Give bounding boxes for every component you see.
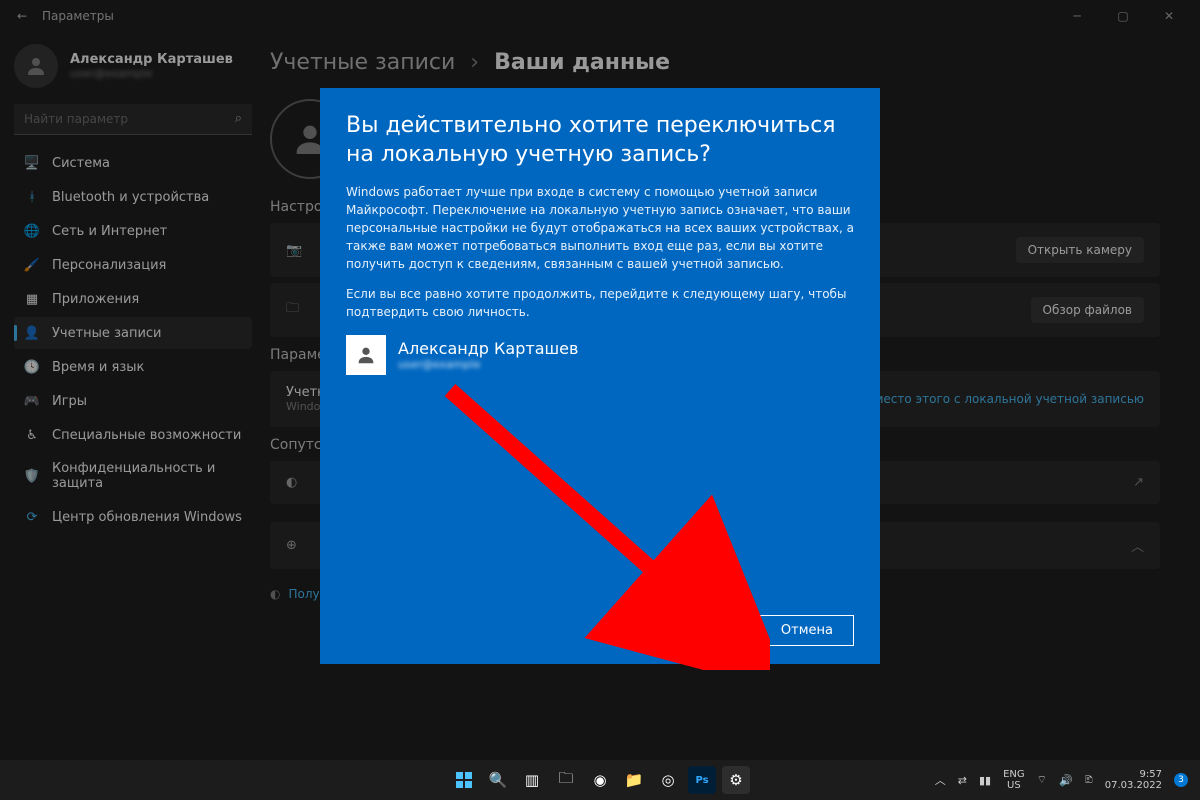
dialog-body-1: Windows работает лучше при входе в систе… (346, 183, 854, 273)
taskbar-search[interactable]: 🔍 (484, 766, 512, 794)
tray-icon-2[interactable]: ▮▮ (979, 774, 991, 787)
dialog-user-email: user@example (398, 358, 578, 371)
notification-badge[interactable]: 3 (1174, 773, 1188, 787)
clock[interactable]: 9:5707.03.2022 (1105, 769, 1162, 792)
language-indicator[interactable]: ENGUS (1003, 769, 1025, 791)
taskbar-photoshop[interactable]: Ps (688, 766, 716, 794)
dialog-user-block: Александр Карташев user@example (346, 335, 854, 375)
modal-overlay: Вы действительно хотите переключиться на… (0, 0, 1200, 800)
tray-chevron-icon[interactable]: ︿ (935, 772, 946, 788)
next-button[interactable]: Далее (661, 615, 747, 646)
taskbar-explorer[interactable]: 🗀 (552, 766, 580, 794)
system-tray: ︿ ⇄ ▮▮ ENGUS ⌔ 🔊 🗈 9:5707.03.2022 3 (935, 769, 1200, 792)
taskbar-app1[interactable]: ◎ (654, 766, 682, 794)
task-view[interactable]: ▥ (518, 766, 546, 794)
start-button[interactable] (450, 766, 478, 794)
taskbar: 🔍 ▥ 🗀 ◉ 📁 ◎ Ps ⚙ ︿ ⇄ ▮▮ ENGUS ⌔ 🔊 🗈 9:57… (0, 760, 1200, 800)
battery-icon[interactable]: 🗈 (1085, 771, 1093, 790)
taskbar-settings[interactable]: ⚙ (722, 766, 750, 794)
switch-local-account-dialog: Вы действительно хотите переключиться на… (320, 88, 880, 664)
dialog-avatar (346, 335, 386, 375)
dialog-title: Вы действительно хотите переключиться на… (346, 112, 854, 169)
taskbar-chrome[interactable]: ◉ (586, 766, 614, 794)
cancel-button[interactable]: Отмена (760, 615, 854, 646)
taskbar-files[interactable]: 📁 (620, 766, 648, 794)
tray-icon-1[interactable]: ⇄ (958, 774, 967, 787)
volume-icon[interactable]: 🔊 (1059, 774, 1073, 787)
wifi-icon[interactable]: ⌔ (1037, 773, 1047, 787)
dialog-user-name: Александр Карташев (398, 339, 578, 358)
dialog-body-2: Если вы все равно хотите продолжить, пер… (346, 285, 854, 321)
